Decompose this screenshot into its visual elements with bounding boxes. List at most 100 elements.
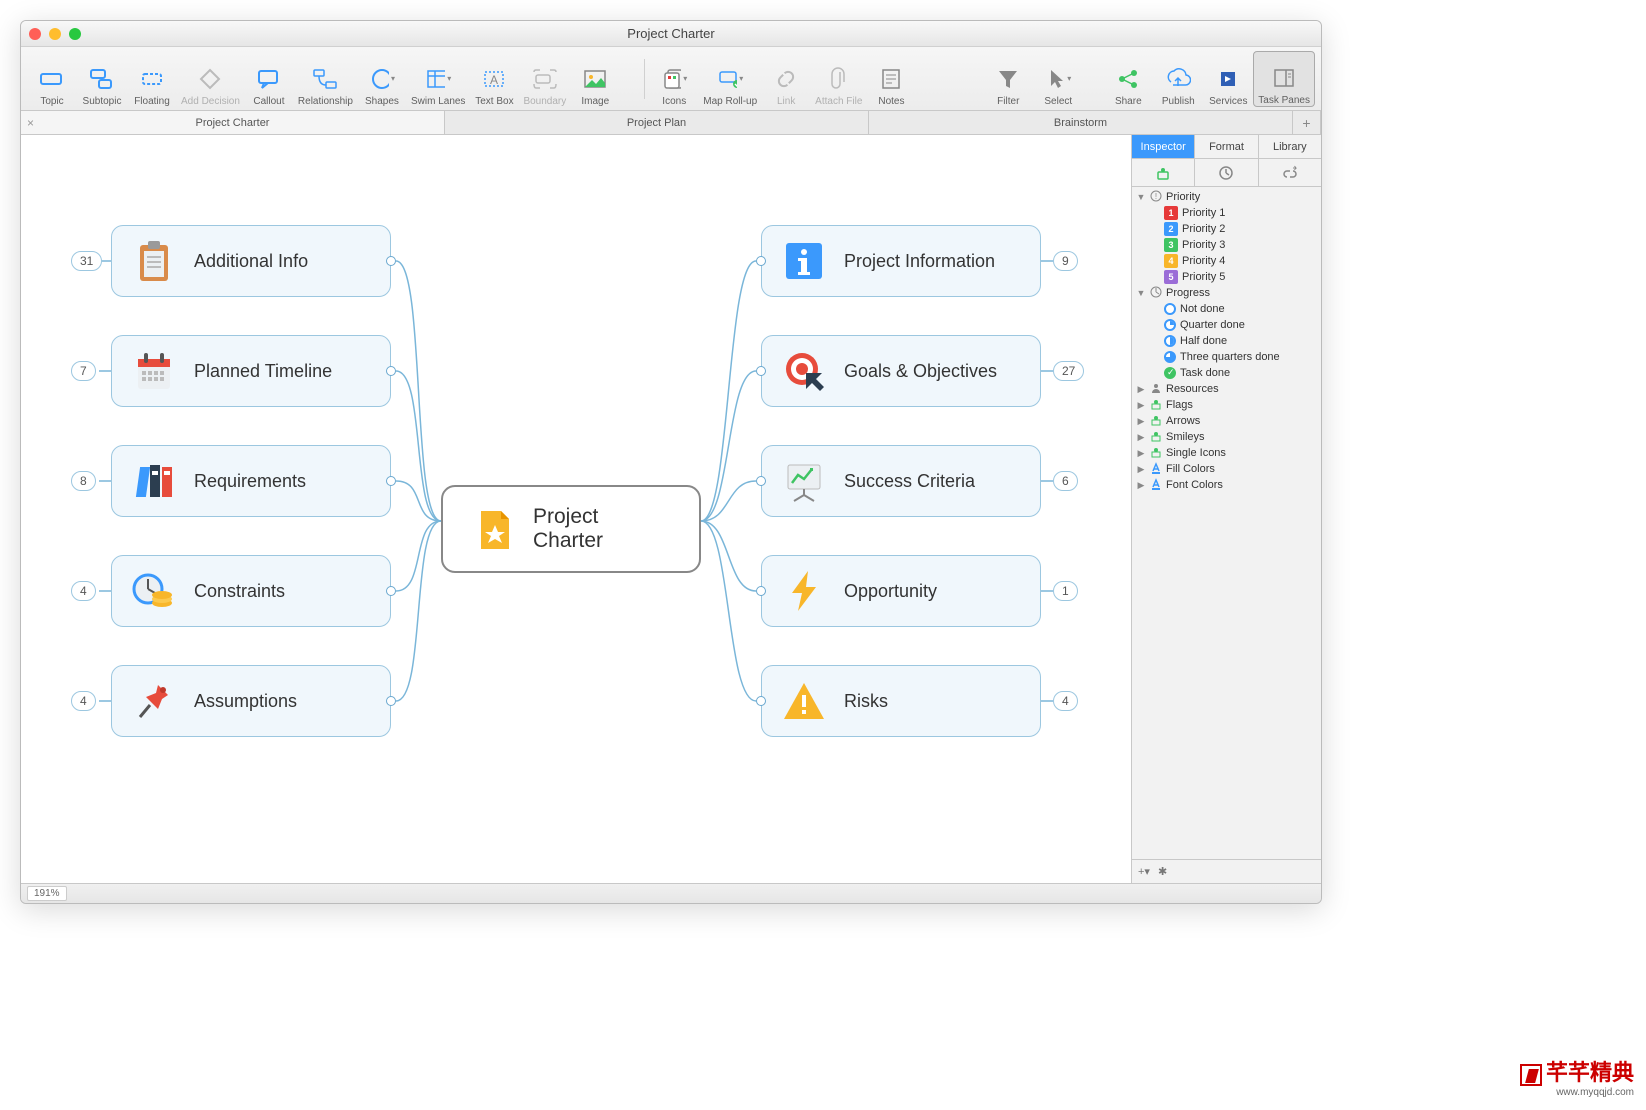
- subtopic-icon: [89, 66, 115, 92]
- tree-item[interactable]: Half done: [1132, 333, 1321, 349]
- expand-port[interactable]: [386, 366, 396, 376]
- tree-group-smileys[interactable]: ▶Smileys: [1132, 429, 1321, 445]
- callout-icon: [256, 66, 282, 92]
- expand-port[interactable]: [756, 366, 766, 376]
- close-tab-icon[interactable]: ×: [27, 116, 34, 130]
- tree-group-single[interactable]: ▶Single Icons: [1132, 445, 1321, 461]
- toolbar-topic-button[interactable]: Topic: [27, 51, 77, 107]
- doc-tab[interactable]: Brainstorm: [869, 111, 1293, 134]
- toolbar-link-button[interactable]: Link: [761, 51, 811, 107]
- toolbar-boundary-button[interactable]: Boundary: [519, 51, 570, 107]
- left-node-4[interactable]: Assumptions: [111, 665, 391, 737]
- tree-item[interactable]: Quarter done: [1132, 317, 1321, 333]
- binders-icon: [130, 457, 178, 505]
- zoom-level[interactable]: 191%: [27, 886, 67, 901]
- inspector-tab-format[interactable]: Format: [1195, 135, 1258, 158]
- info-icon: [780, 237, 828, 285]
- tree-item[interactable]: 3Priority 3: [1132, 237, 1321, 253]
- child-count-pill[interactable]: 7: [71, 361, 96, 381]
- tree-group-progress[interactable]: ▼Progress: [1132, 285, 1321, 301]
- toolbar-floating-button[interactable]: Floating: [127, 51, 177, 107]
- tree-group-font[interactable]: ▶Font Colors: [1132, 477, 1321, 493]
- inspector-footer: +▾ ✱: [1132, 859, 1321, 883]
- right-node-0[interactable]: Project Information: [761, 225, 1041, 297]
- toolbar-decision-button[interactable]: Add Decision: [177, 51, 244, 107]
- expand-port[interactable]: [386, 696, 396, 706]
- tree-item[interactable]: Task done: [1132, 365, 1321, 381]
- services-icon: [1215, 66, 1241, 92]
- expand-port[interactable]: [386, 256, 396, 266]
- child-count-pill[interactable]: 31: [71, 251, 102, 271]
- toolbar-share-button[interactable]: Share: [1103, 51, 1153, 107]
- tree-group-fill[interactable]: ▶Fill Colors: [1132, 461, 1321, 477]
- toolbar-taskpanes-button[interactable]: Task Panes: [1253, 51, 1315, 107]
- left-node-1[interactable]: Planned Timeline: [111, 335, 391, 407]
- toolbar-publish-button[interactable]: Publish: [1153, 51, 1203, 107]
- tree-group-priority[interactable]: ▼!Priority: [1132, 189, 1321, 205]
- expand-port[interactable]: [386, 586, 396, 596]
- right-node-2[interactable]: Success Criteria: [761, 445, 1041, 517]
- task-info-mode-icon[interactable]: [1195, 159, 1258, 186]
- toolbar-rollup-button[interactable]: ▾Map Roll-up: [699, 51, 761, 107]
- tree-item[interactable]: 5Priority 5: [1132, 269, 1321, 285]
- toolbar-image-button[interactable]: Image: [570, 51, 620, 107]
- doc-tab[interactable]: Project Plan: [445, 111, 869, 134]
- left-node-0[interactable]: Additional Info: [111, 225, 391, 297]
- markers-mode-icon[interactable]: [1132, 159, 1195, 186]
- child-count-pill[interactable]: 27: [1053, 361, 1084, 381]
- child-count-pill[interactable]: 4: [71, 581, 96, 601]
- toolbar-swimlanes-button[interactable]: ▾Swim Lanes: [407, 51, 469, 107]
- tree-group-flags[interactable]: ▶Flags: [1132, 397, 1321, 413]
- toolbar-notes-button[interactable]: Notes: [866, 51, 916, 107]
- right-node-4[interactable]: Risks: [761, 665, 1041, 737]
- icons-icon: ▾: [661, 66, 687, 92]
- tree-item[interactable]: 1Priority 1: [1132, 205, 1321, 221]
- toolbar-relationship-button[interactable]: Relationship: [294, 51, 357, 107]
- left-node-2[interactable]: Requirements: [111, 445, 391, 517]
- toolbar-attach-button[interactable]: Attach File: [811, 51, 866, 107]
- child-count-pill[interactable]: 8: [71, 471, 96, 491]
- right-node-1[interactable]: Goals & Objectives: [761, 335, 1041, 407]
- expand-port[interactable]: [386, 476, 396, 486]
- links-mode-icon[interactable]: [1259, 159, 1321, 186]
- toolbar-select-button[interactable]: ▾Select: [1033, 51, 1083, 107]
- toolbar-filter-button[interactable]: Filter: [983, 51, 1033, 107]
- left-node-3[interactable]: Constraints: [111, 555, 391, 627]
- tree-item[interactable]: Not done: [1132, 301, 1321, 317]
- settings-button[interactable]: ✱: [1158, 865, 1167, 878]
- center-node[interactable]: Project Charter: [441, 485, 701, 573]
- warning-icon: [780, 677, 828, 725]
- child-count-pill[interactable]: 9: [1053, 251, 1078, 271]
- content-area: Project Charter Additional Info 31 Planned …: [21, 135, 1321, 883]
- expand-port[interactable]: [756, 256, 766, 266]
- tree-group-resources[interactable]: ▶Resources: [1132, 381, 1321, 397]
- child-count-pill[interactable]: 6: [1053, 471, 1078, 491]
- tree-item[interactable]: Three quarters done: [1132, 349, 1321, 365]
- toolbar-icons-button[interactable]: ▾Icons: [649, 51, 699, 107]
- tree-item[interactable]: 2Priority 2: [1132, 221, 1321, 237]
- watermark-icon: [1520, 1064, 1542, 1086]
- toolbar-subtopic-button[interactable]: Subtopic: [77, 51, 127, 107]
- toolbar-callout-button[interactable]: Callout: [244, 51, 294, 107]
- toolbar-shapes-button[interactable]: ▾Shapes: [357, 51, 407, 107]
- child-count-pill[interactable]: 1: [1053, 581, 1078, 601]
- doc-tab[interactable]: ×Project Charter: [21, 111, 445, 134]
- font-icon: [1150, 478, 1162, 493]
- add-tab-button[interactable]: +: [1293, 111, 1321, 134]
- clipboard-icon: [130, 237, 178, 285]
- expand-port[interactable]: [756, 476, 766, 486]
- inspector-tab-inspector[interactable]: Inspector: [1132, 135, 1195, 158]
- child-count-pill[interactable]: 4: [1053, 691, 1078, 711]
- lightning-icon: [780, 567, 828, 615]
- tree-group-arrows[interactable]: ▶Arrows: [1132, 413, 1321, 429]
- toolbar-textbox-button[interactable]: AText Box: [469, 51, 519, 107]
- toolbar-services-button[interactable]: Services: [1203, 51, 1253, 107]
- expand-port[interactable]: [756, 586, 766, 596]
- right-node-3[interactable]: Opportunity: [761, 555, 1041, 627]
- mindmap-canvas[interactable]: Project Charter Additional Info 31 Planned …: [21, 135, 1131, 883]
- expand-port[interactable]: [756, 696, 766, 706]
- child-count-pill[interactable]: 4: [71, 691, 96, 711]
- tree-item[interactable]: 4Priority 4: [1132, 253, 1321, 269]
- add-marker-button[interactable]: +▾: [1138, 865, 1150, 878]
- inspector-tab-library[interactable]: Library: [1259, 135, 1321, 158]
